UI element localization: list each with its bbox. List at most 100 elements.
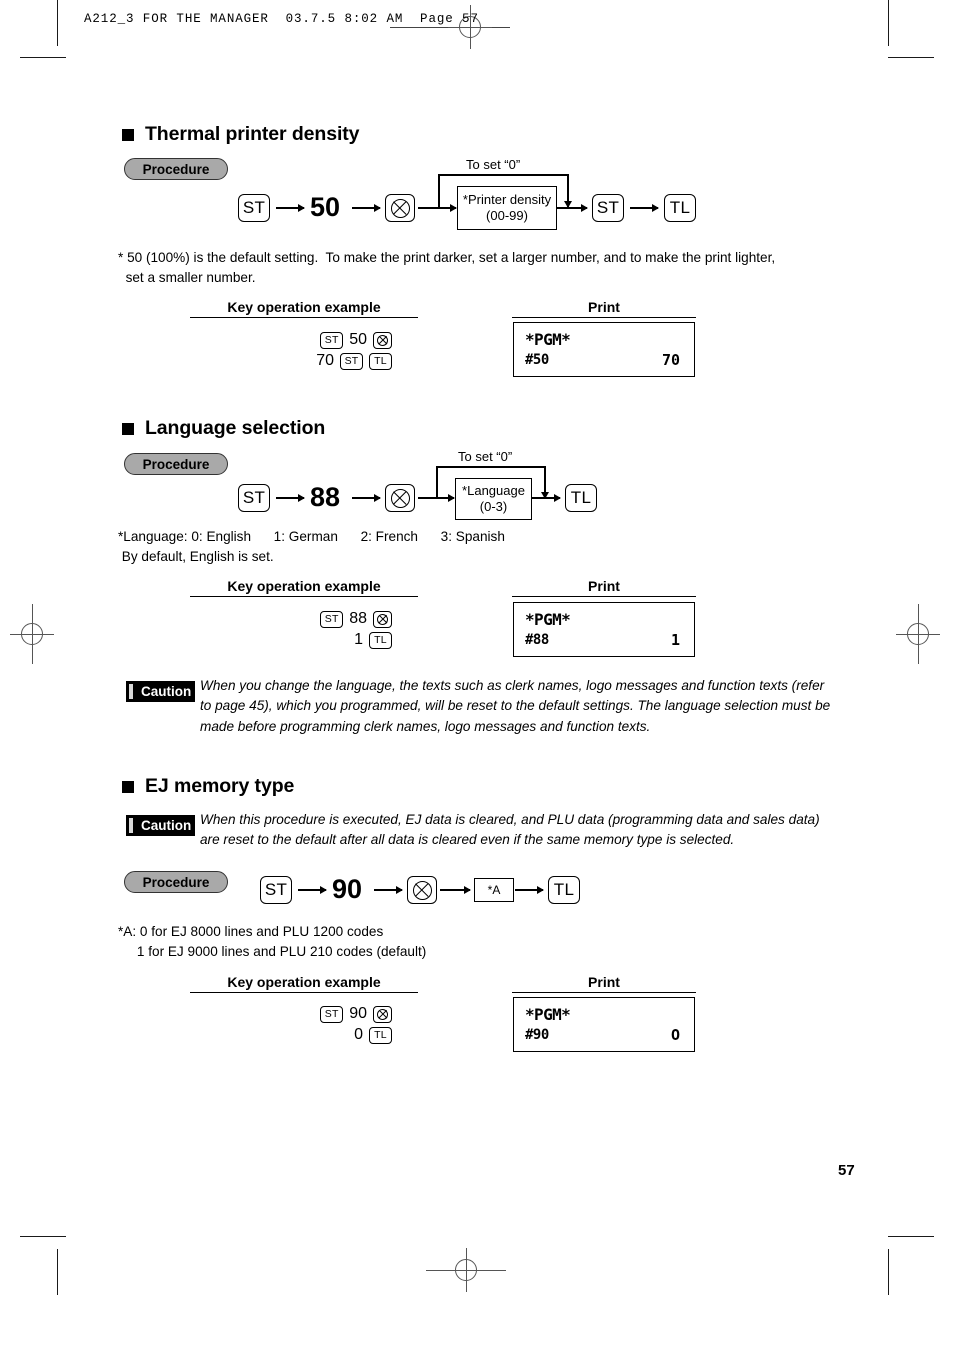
- registration-mark-left: [10, 604, 54, 664]
- print-code: #90: [525, 1027, 549, 1043]
- section-bullet-icon: [122, 128, 134, 141]
- section-title: EJ memory type: [145, 775, 295, 797]
- flow-key-st-3[interactable]: ST: [260, 876, 292, 904]
- procedure-badge-ej: Procedure: [124, 871, 228, 893]
- small-key-st[interactable]: ST: [340, 352, 363, 370]
- multiply-icon: [377, 334, 388, 346]
- multiply-icon: [377, 613, 388, 625]
- flow-arrow-2d: [436, 497, 454, 499]
- section-bullet-icon: [122, 780, 134, 793]
- print-value: O: [670, 1026, 680, 1044]
- small-key-tl[interactable]: TL: [369, 631, 392, 649]
- crop-mark-top-right-horizontal: [888, 57, 934, 59]
- flow-key-tl-1[interactable]: TL: [664, 194, 696, 222]
- flow-arrow-1a: [276, 207, 304, 209]
- procedure-badge-thermal: Procedure: [124, 158, 228, 180]
- small-key-st[interactable]: ST: [320, 331, 344, 349]
- caution-label: Caution: [141, 818, 192, 833]
- flow-code-3: 90: [332, 874, 363, 904]
- print-receipt-1: *PGM* #50 70: [513, 322, 695, 377]
- col-header-key-operation-1: Key operation example: [227, 299, 381, 315]
- key-example-number: 1: [354, 631, 363, 648]
- section-title: Language selection: [145, 417, 326, 439]
- col-header-key-operation-2: Key operation example: [227, 578, 381, 594]
- page-header-text: A212_3 FOR THE MANAGER 03.7.5 8:02 AM Pa…: [84, 12, 479, 26]
- flow-arrow-1d: [438, 207, 456, 209]
- flow-loop-top-1: [438, 174, 568, 176]
- flow-arrow-3d: [515, 889, 543, 891]
- caution-text-language: When you change the language, the texts …: [200, 678, 831, 734]
- flow-arrow-3a: [298, 889, 326, 891]
- param-line-1: *Language: [462, 482, 525, 498]
- param-line-2: (0-3): [479, 499, 508, 514]
- flow-loop-left-riser-1: [438, 174, 440, 208]
- key-example-line-1b: 70 ST TL: [240, 352, 392, 370]
- print-value: 70: [661, 351, 680, 369]
- section-title: Thermal printer density: [145, 123, 360, 145]
- print-value: 1: [670, 631, 680, 649]
- col-header-print-2: Print: [588, 578, 620, 594]
- small-key-multiply[interactable]: [373, 610, 392, 628]
- crop-mark-top-left-horizontal: [20, 57, 66, 59]
- flow-loop-label-2: To set “0”: [458, 449, 513, 464]
- crop-mark-bottom-left-horizontal: [20, 1236, 66, 1238]
- small-key-st[interactable]: ST: [320, 610, 344, 628]
- flow-arrow-2b: [352, 497, 380, 499]
- crop-mark-bottom-left-vertical: [57, 1249, 59, 1295]
- multiply-icon: [412, 880, 432, 900]
- flow-param-box-language: *Language (0-3): [455, 478, 532, 520]
- flow-arrow-1e: [557, 207, 587, 209]
- col-header-print-1: Print: [588, 299, 620, 315]
- small-key-multiply[interactable]: [373, 331, 392, 349]
- key-example-number: 88: [349, 610, 367, 627]
- small-key-tl[interactable]: TL: [369, 1026, 392, 1044]
- caution-badge-ej: Caution: [126, 815, 195, 836]
- flow-key-multiply-3[interactable]: [407, 876, 437, 904]
- small-key-multiply[interactable]: [373, 1005, 392, 1023]
- flow-key-tl-2[interactable]: TL: [565, 484, 597, 512]
- flow-loop-top-2: [436, 466, 545, 468]
- col-rule-print-1: [512, 317, 696, 319]
- flow-loop-label-1: To set “0”: [466, 157, 521, 172]
- section-heading-thermal-printer-density: Thermal printer density: [122, 123, 360, 146]
- caution-text-ej: When this procedure is executed, EJ data…: [200, 812, 820, 848]
- key-example-number: 90: [349, 1005, 367, 1022]
- note-thermal-printer-density: * 50 (100%) is the default setting. To m…: [118, 250, 776, 285]
- caution-tick-icon: [129, 818, 133, 833]
- flow-code-1: 50: [310, 192, 341, 222]
- crop-mark-top-right-vertical: [888, 0, 890, 46]
- note-ej-memory-type: *A: 0 for EJ 8000 lines and PLU 1200 cod…: [118, 924, 427, 959]
- flow-code-2: 88: [310, 482, 341, 512]
- flow-key-multiply-2[interactable]: [385, 484, 415, 512]
- key-example-line-3a: ST 90: [240, 1005, 392, 1023]
- registration-mark-bottom: [426, 1248, 506, 1292]
- flow-arrow-3b: [374, 889, 402, 891]
- small-key-st[interactable]: ST: [320, 1005, 344, 1023]
- flow-loop-down-arrow-1: [567, 174, 569, 207]
- crop-mark-bottom-right-vertical: [888, 1249, 890, 1295]
- flow-arrow-2a: [276, 497, 304, 499]
- col-rule-key-operation-3: [190, 992, 418, 994]
- section-heading-language-selection: Language selection: [122, 417, 325, 440]
- caution-tick-icon: [129, 684, 133, 699]
- note-language-selection: *Language: 0: English 1: German 2: Frenc…: [118, 529, 505, 564]
- key-example-line-3b: 0 TL: [240, 1026, 392, 1044]
- flow-key-st-2[interactable]: ST: [238, 484, 270, 512]
- flow-line-1c: [418, 207, 438, 209]
- flow-key-st-1b[interactable]: ST: [592, 194, 624, 222]
- section-heading-ej-memory-type: EJ memory type: [122, 775, 294, 798]
- flow-key-tl-3[interactable]: TL: [548, 876, 580, 904]
- key-example-number: 0: [354, 1026, 363, 1043]
- flow-key-st-1[interactable]: ST: [238, 194, 270, 222]
- small-key-tl[interactable]: TL: [369, 352, 392, 370]
- crop-mark-top-left-vertical: [57, 0, 59, 46]
- flow-key-multiply-1[interactable]: [385, 194, 415, 222]
- section-bullet-icon: [122, 422, 134, 435]
- multiply-icon: [390, 488, 410, 508]
- col-rule-print-2: [512, 596, 696, 598]
- caution-label: Caution: [141, 684, 192, 699]
- flow-line-2c: [418, 497, 436, 499]
- print-header: *PGM*: [525, 330, 571, 349]
- flow-arrow-3c: [440, 889, 470, 891]
- key-example-line-2a: ST 88: [240, 610, 392, 628]
